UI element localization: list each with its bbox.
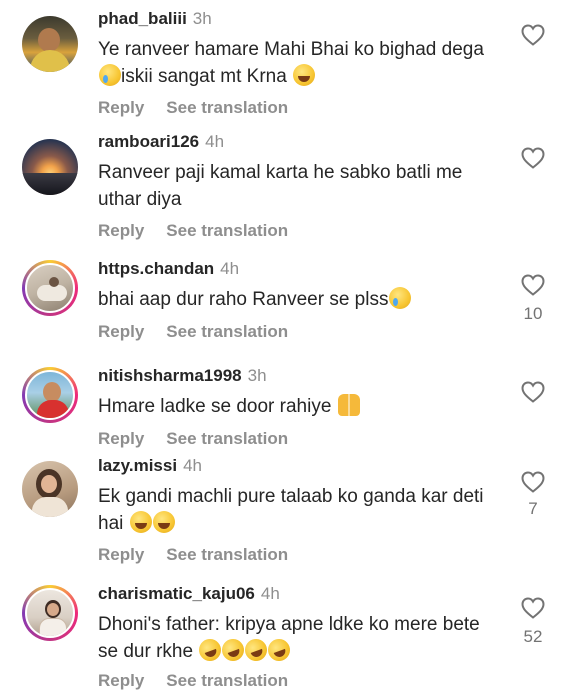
heart-icon [521, 147, 545, 169]
reply-button[interactable]: Reply [98, 545, 144, 564]
heart-icon [521, 597, 545, 619]
avatar[interactable] [22, 260, 78, 316]
like-count: 7 [528, 499, 538, 518]
see-translation-button[interactable]: See translation [166, 671, 288, 690]
see-translation-button[interactable]: See translation [166, 98, 288, 117]
avatar[interactable] [22, 16, 78, 72]
like-count: 10 [523, 304, 543, 323]
reply-button[interactable]: Reply [98, 221, 144, 240]
avatar[interactable] [22, 585, 78, 641]
timestamp: 4h [205, 132, 225, 151]
avatar[interactable] [22, 461, 78, 517]
avatar[interactable] [22, 367, 78, 423]
username[interactable]: ramboari126 [98, 132, 199, 151]
crying-face-icon [99, 64, 121, 86]
comment-text: Ek gandi machli pure talaab ko ganda kar… [98, 486, 484, 534]
see-translation-button[interactable]: See translation [166, 429, 288, 448]
comment-text: Ranveer paji kamal karta he sabko batli … [98, 162, 463, 210]
timestamp: 3h [247, 366, 267, 385]
comment-text: Dhoni's father: kripya apne ldke ko mere… [98, 611, 498, 665]
heart-icon [521, 381, 545, 403]
reply-button[interactable]: Reply [98, 98, 144, 117]
username[interactable]: lazy.missi [98, 456, 177, 475]
like-button[interactable] [520, 381, 546, 403]
crying-face-icon [389, 287, 412, 309]
like-count: 52 [523, 627, 543, 646]
username[interactable]: https.chandan [98, 259, 214, 278]
comment-text: Ye ranveer hamare Mahi Bhai ko bighad de… [98, 39, 484, 87]
laughing-face-icon [152, 511, 175, 533]
like-button[interactable] [520, 24, 546, 46]
rolling-laughing-face-icon [265, 635, 294, 665]
laughing-face-icon [129, 511, 152, 533]
timestamp: 3h [192, 9, 212, 28]
see-translation-button[interactable]: See translation [166, 322, 288, 341]
comment-text: Hmare ladke se door rahiye [98, 393, 498, 420]
reply-button[interactable]: Reply [98, 322, 144, 341]
folded-hands-icon [337, 394, 360, 416]
username[interactable]: nitishsharma1998 [98, 366, 242, 385]
like-button[interactable] [520, 597, 546, 619]
rolling-laughing-face-icon [219, 635, 248, 665]
reply-button[interactable]: Reply [98, 671, 144, 690]
see-translation-button[interactable]: See translation [166, 545, 288, 564]
like-button[interactable] [520, 274, 546, 296]
rolling-laughing-face-icon [196, 635, 225, 665]
like-button[interactable] [520, 147, 546, 169]
rolling-laughing-face-icon [242, 635, 271, 665]
timestamp: 4h [260, 584, 280, 603]
laughing-face-icon [293, 64, 316, 86]
heart-icon [521, 274, 545, 296]
reply-button[interactable]: Reply [98, 429, 144, 448]
comment-text: bhai aap dur raho Ranveer se plss [98, 286, 498, 313]
username[interactable]: charismatic_kaju06 [98, 584, 255, 603]
username[interactable]: phad_baliii [98, 9, 187, 28]
see-translation-button[interactable]: See translation [166, 221, 288, 240]
avatar[interactable] [22, 139, 78, 195]
like-button[interactable] [520, 471, 546, 493]
heart-icon [521, 471, 545, 493]
timestamp: 4h [183, 456, 202, 475]
timestamp: 4h [220, 259, 240, 278]
heart-icon [521, 24, 545, 46]
